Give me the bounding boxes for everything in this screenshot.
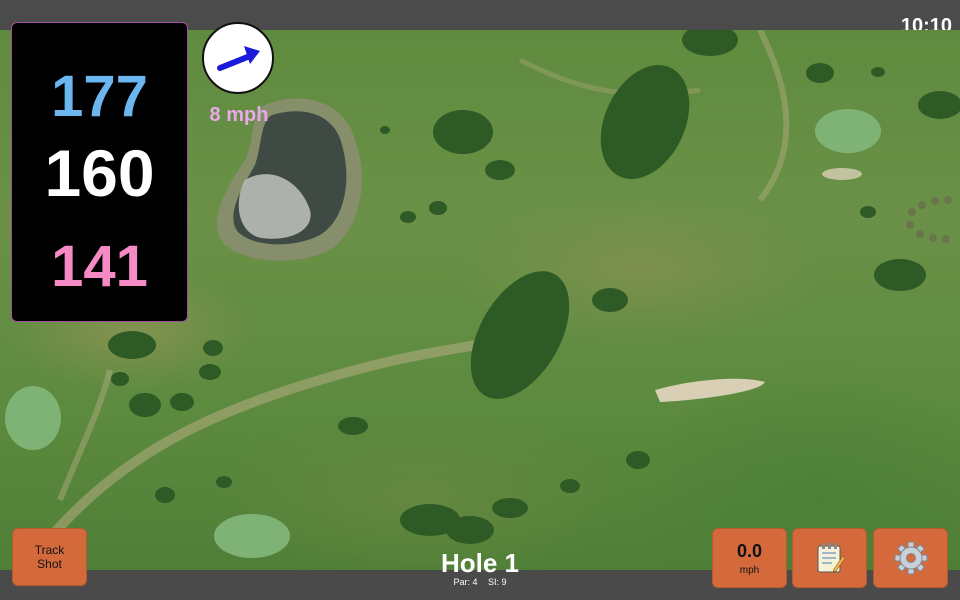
front-distance: 141 xyxy=(51,234,148,299)
notes-button[interactable] xyxy=(792,528,867,588)
hole-title: Hole 1 xyxy=(440,548,520,578)
track-shot-label-line1: Track xyxy=(34,543,65,557)
speed-value: 0.0 xyxy=(736,540,763,561)
wind-direction-dial xyxy=(202,22,274,94)
speed-button[interactable]: 0.0 mph xyxy=(712,528,787,588)
distance-panel: 177 160 141 xyxy=(11,22,188,322)
notepad-icon xyxy=(817,543,845,573)
back-distance: 177 xyxy=(51,64,148,129)
gear-icon xyxy=(894,541,927,575)
settings-button[interactable] xyxy=(873,528,948,588)
hole-info: Par: 4 SI: 9 xyxy=(380,577,580,588)
middle-distance: 160 xyxy=(44,136,155,210)
track-shot-label-line2: Shot xyxy=(37,557,62,571)
track-shot-button[interactable]: Track Shot xyxy=(12,528,87,586)
hole-si: SI: 9 xyxy=(488,577,507,587)
wind-speed: 8 mph xyxy=(209,104,269,126)
speed-unit: mph xyxy=(739,564,760,576)
wind-arrow-icon xyxy=(217,46,260,71)
hole-par: Par: 4 xyxy=(453,577,478,587)
